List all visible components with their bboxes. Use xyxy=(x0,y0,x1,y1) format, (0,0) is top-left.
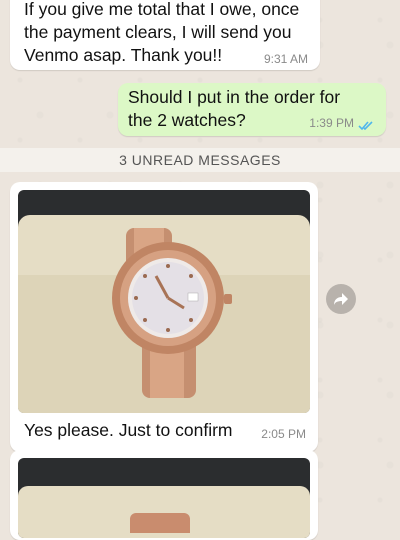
watch-photo[interactable] xyxy=(18,190,310,413)
image-message-bubble[interactable]: Yes please. Just to confirm 2:05 PM xyxy=(10,182,318,452)
forward-button[interactable] xyxy=(326,284,356,314)
message-timestamp: 2:05 PM xyxy=(261,427,306,441)
message-timestamp: 1:39 PM xyxy=(309,116,354,130)
watch-photo[interactable] xyxy=(18,458,310,538)
forward-arrow-icon xyxy=(334,293,348,305)
image-caption: Yes please. Just to confirm xyxy=(24,420,233,440)
message-bubble-outgoing[interactable]: Should I put in the order for the 2 watc… xyxy=(118,83,386,136)
message-bubble-incoming[interactable]: If you give me total that I owe, once th… xyxy=(10,0,320,70)
double-check-icon xyxy=(358,121,373,131)
message-timestamp: 9:31 AM xyxy=(263,52,308,66)
rose-gold-watch-image xyxy=(112,228,232,398)
image-message-bubble[interactable] xyxy=(10,450,318,540)
watch-band-image xyxy=(130,513,190,533)
unread-messages-banner: 3 UNREAD MESSAGES xyxy=(0,148,400,172)
